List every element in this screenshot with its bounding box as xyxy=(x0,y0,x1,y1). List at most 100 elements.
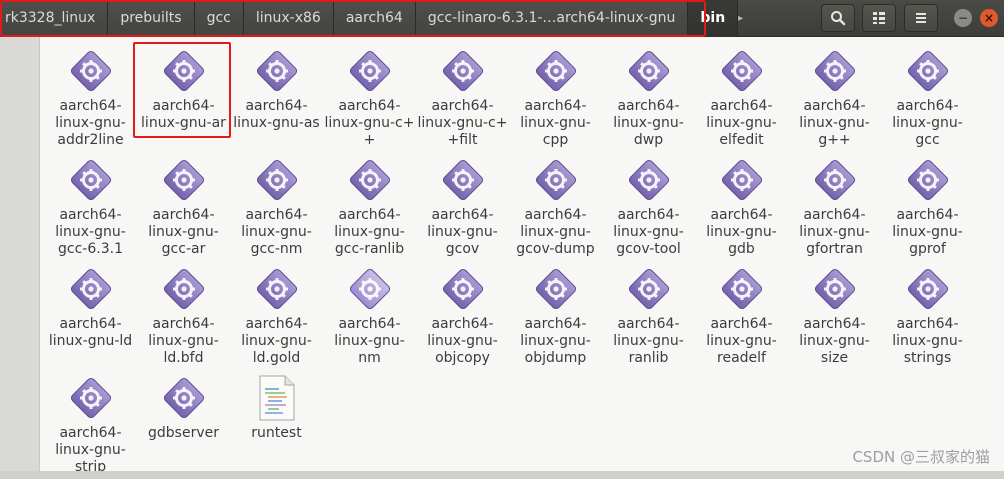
file-item[interactable]: aarch64- linux-gnu-objcopy xyxy=(416,263,509,372)
file-label-line: linux-gnu- xyxy=(520,115,591,131)
file-item[interactable]: aarch64- linux-gnu-gprof xyxy=(881,154,974,263)
file-label-line: gcov xyxy=(445,241,480,257)
close-button[interactable]: × xyxy=(980,9,998,27)
file-label-line: aarch64- xyxy=(710,98,773,114)
file-item[interactable]: aarch64- linux-gnu-g++ xyxy=(788,45,881,154)
file-item[interactable]: aarch64- linux-gnu-size xyxy=(788,263,881,372)
file-label-line: aarch64- xyxy=(338,316,401,332)
executable-icon xyxy=(809,154,861,206)
executable-icon xyxy=(251,45,303,97)
breadcrumb-item[interactable]: aarch64 xyxy=(333,0,416,37)
file-label-line: cpp xyxy=(542,132,569,148)
breadcrumb-item[interactable]: rk3328_linux xyxy=(0,0,109,37)
file-label-line: dwp xyxy=(633,132,664,148)
executable-icon xyxy=(902,263,954,315)
file-item[interactable]: aarch64- linux-gnu-gcov xyxy=(416,154,509,263)
file-item[interactable]: aarch64- linux-gnu-elfedit xyxy=(695,45,788,154)
file-item[interactable]: aarch64- linux-gnu-gcov-dump xyxy=(509,154,602,263)
file-label: aarch64- linux-gnu-gcc-6.3.1 xyxy=(46,207,136,258)
file-item[interactable]: aarch64- linux-gnu-readelf xyxy=(695,263,788,372)
file-item[interactable]: aarch64- linux-gnu-cpp xyxy=(509,45,602,154)
breadcrumb-item[interactable]: prebuilts xyxy=(108,0,195,37)
executable-icon xyxy=(158,45,210,97)
file-label: aarch64- linux-gnu-gcov xyxy=(418,207,508,258)
executable-icon xyxy=(251,263,303,315)
file-label-line: linux-gnu-c+ xyxy=(324,115,415,131)
breadcrumb-item[interactable]: linux-x86 xyxy=(243,0,334,37)
file-label: aarch64- linux-gnu-ar xyxy=(139,98,229,132)
file-item[interactable]: aarch64- linux-gnu-gcc-6.3.1 xyxy=(44,154,137,263)
executable-icon xyxy=(809,263,861,315)
file-label: aarch64- linux-gnu-gcov-dump xyxy=(511,207,601,258)
file-item[interactable]: aarch64- linux-gnu-dwp xyxy=(602,45,695,154)
file-item[interactable]: aarch64- linux-gnu-as xyxy=(230,45,323,154)
icon-grid: aarch64- linux-gnu-addr2line aarch64- linu… xyxy=(44,45,974,479)
executable-icon xyxy=(158,263,210,315)
search-button[interactable] xyxy=(821,4,855,32)
file-label-line: aarch64- xyxy=(59,316,122,332)
file-item[interactable]: aarch64- linux-gnu-objdump xyxy=(509,263,602,372)
file-item[interactable]: aarch64- linux-gnu-gcc-nm xyxy=(230,154,323,263)
executable-icon xyxy=(437,154,489,206)
file-item[interactable]: aarch64- linux-gnu-gdb xyxy=(695,154,788,263)
file-label-line: linux-gnu- xyxy=(799,115,870,131)
view-options-button[interactable] xyxy=(862,4,896,32)
breadcrumb-item[interactable]: bin xyxy=(688,0,739,37)
executable-icon xyxy=(623,45,675,97)
file-item[interactable]: runtest xyxy=(230,372,323,479)
file-label-line: linux-gnu-as xyxy=(233,115,320,131)
file-item[interactable]: aarch64- linux-gnu-nm xyxy=(323,263,416,372)
file-label-line: aarch64- xyxy=(59,207,122,223)
search-icon xyxy=(830,10,846,26)
file-label-line: linux-gnu- xyxy=(613,333,684,349)
file-item[interactable]: aarch64- linux-gnu-ld xyxy=(44,263,137,372)
file-label-line: size xyxy=(820,350,849,366)
file-label-line: aarch64- xyxy=(59,425,122,441)
file-label-line: linux-gnu- xyxy=(427,224,498,240)
file-label-line: aarch64- xyxy=(710,207,773,223)
file-label: aarch64- linux-gnu-g++ xyxy=(790,98,880,149)
file-label-line: linux-gnu-ar xyxy=(141,115,226,131)
file-item[interactable]: gdbserver xyxy=(137,372,230,479)
breadcrumb-forward-icon[interactable]: ▸ xyxy=(738,0,743,37)
executable-icon xyxy=(158,372,210,424)
file-item[interactable]: aarch64- linux-gnu-c+ + xyxy=(323,45,416,154)
file-label-line: aarch64- xyxy=(59,98,122,114)
file-label-line: aarch64- xyxy=(803,316,866,332)
file-label-line: aarch64- xyxy=(524,316,587,332)
minimize-button[interactable]: − xyxy=(954,9,972,27)
file-item[interactable]: aarch64- linux-gnu-gcc xyxy=(881,45,974,154)
file-label-line: linux-gnu- xyxy=(334,333,405,349)
minimize-icon: − xyxy=(957,11,969,25)
breadcrumb-item[interactable]: gcc-linaro-6.3.1-…arch64-linux-gnu xyxy=(415,0,689,37)
executable-icon xyxy=(251,154,303,206)
file-label-line: objcopy xyxy=(435,350,490,366)
file-item[interactable]: aarch64- linux-gnu-ld.bfd xyxy=(137,263,230,372)
file-item[interactable]: aarch64- linux-gnu-gcc-ar xyxy=(137,154,230,263)
breadcrumb-item[interactable]: gcc xyxy=(194,0,244,37)
file-label-line: aarch64- xyxy=(431,316,494,332)
file-item[interactable]: aarch64- linux-gnu-c+ +filt xyxy=(416,45,509,154)
file-label-line: aarch64- xyxy=(617,98,680,114)
file-item[interactable]: aarch64- linux-gnu-ld.gold xyxy=(230,263,323,372)
file-item[interactable]: aarch64- linux-gnu-strings xyxy=(881,263,974,372)
file-item[interactable]: aarch64- linux-gnu-ranlib xyxy=(602,263,695,372)
file-item[interactable]: aarch64- linux-gnu-ar xyxy=(137,45,230,154)
header-bar: rk3328_linux prebuilts gcc linux-x86 aarch64… xyxy=(0,0,1004,37)
file-item[interactable]: aarch64- linux-gnu-gcov-tool xyxy=(602,154,695,263)
executable-icon xyxy=(437,263,489,315)
file-label-line: gcc-ranlib xyxy=(334,241,405,257)
file-label-line: strings xyxy=(903,350,952,366)
file-item[interactable]: aarch64- linux-gnu-strip xyxy=(44,372,137,479)
file-label: aarch64- linux-gnu-gcov-tool xyxy=(604,207,694,258)
executable-icon xyxy=(902,45,954,97)
file-item[interactable]: aarch64- linux-gnu-gfortran xyxy=(788,154,881,263)
file-item[interactable]: aarch64- linux-gnu-addr2line xyxy=(44,45,137,154)
file-item[interactable]: aarch64- linux-gnu-gcc-ranlib xyxy=(323,154,416,263)
menu-button[interactable] xyxy=(904,4,938,32)
file-label-line: linux-gnu- xyxy=(148,333,219,349)
file-label: gdbserver xyxy=(139,425,229,442)
file-label: aarch64- linux-gnu-readelf xyxy=(697,316,787,367)
file-label-line: aarch64- xyxy=(152,316,215,332)
file-view[interactable]: aarch64- linux-gnu-addr2line aarch64- linu… xyxy=(40,37,1004,475)
